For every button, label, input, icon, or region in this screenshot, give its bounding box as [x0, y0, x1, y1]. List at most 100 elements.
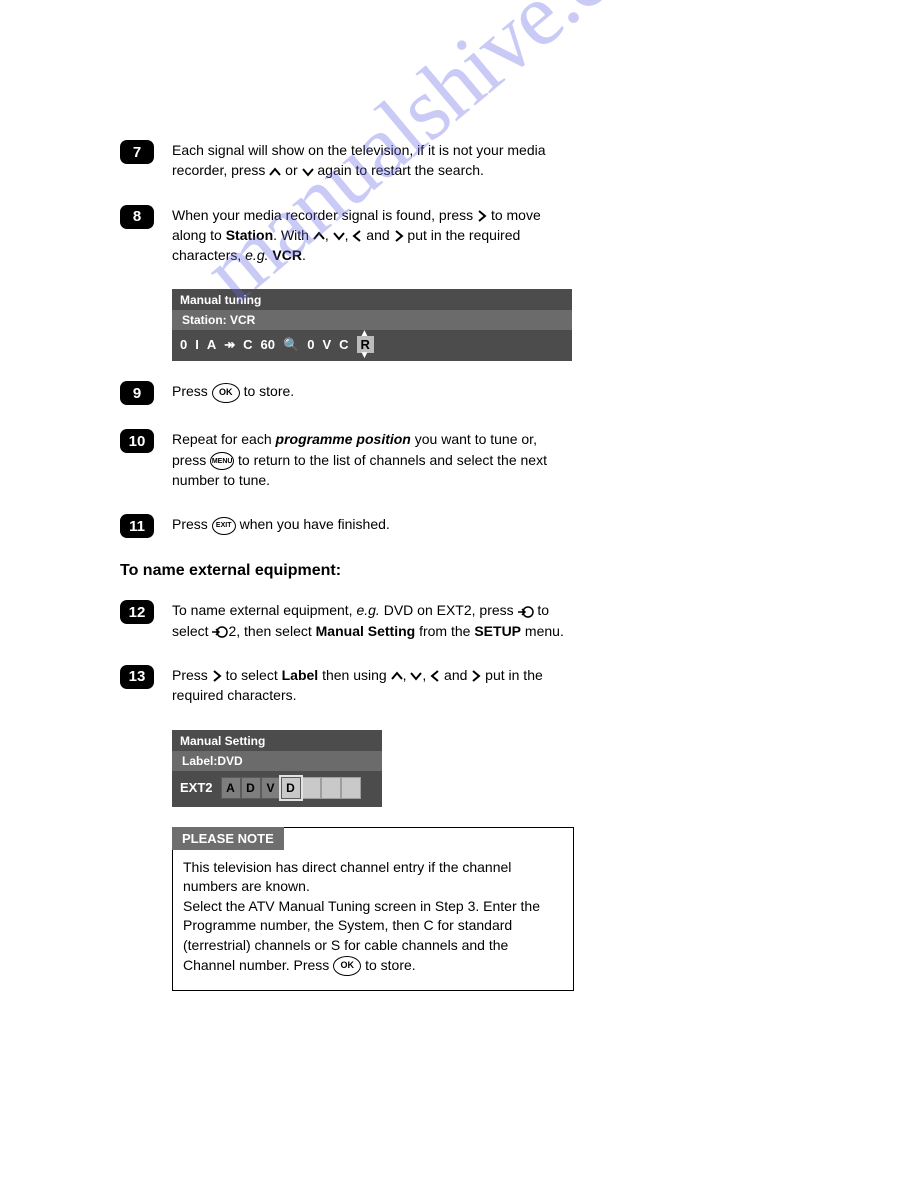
ok-button-icon: OK [212, 383, 240, 403]
cell: V [261, 777, 281, 799]
text: again to restart the search. [317, 162, 484, 178]
text-bold-italic: Step 3 [435, 898, 475, 914]
text: Press [172, 516, 212, 532]
note-body: This television has direct channel entry… [173, 850, 573, 990]
manual-page: manualshive.com 7 Each signal will show … [0, 0, 918, 1071]
right-chevron-icon [394, 230, 404, 242]
text: , [325, 227, 333, 243]
text-bold: Manual Setting [316, 623, 416, 639]
down-chevron-icon [333, 231, 345, 241]
text-bold: Station [226, 227, 273, 243]
text-bold: C [423, 917, 433, 933]
panel-title: Manual Setting [172, 730, 382, 751]
step-text: Press EXIT when you have finished. [172, 514, 572, 534]
text: , then [385, 917, 424, 933]
arrow-icon: ↠ [224, 337, 235, 353]
text: Repeat for each [172, 431, 276, 447]
right-chevron-icon [471, 670, 481, 682]
text-bold-italic: programme position [276, 431, 411, 447]
text: Select the [183, 898, 248, 914]
text: , the [307, 917, 338, 933]
text: and [440, 667, 471, 683]
text: This television has direct channel entry… [183, 859, 511, 895]
step-11: 11 Press EXIT when you have finished. [120, 514, 798, 538]
step-7: 7 Each signal will show on the televisio… [120, 140, 798, 181]
cell: C [243, 337, 252, 352]
cell-selected: ▲ R ▼ [357, 336, 374, 353]
step-number: 8 [120, 205, 154, 229]
text: to select [226, 667, 282, 683]
step-number: 9 [120, 381, 154, 405]
step-text: To name external equipment, e.g. DVD on … [172, 600, 572, 641]
cell: A [207, 337, 216, 352]
text-bold: VCR [272, 247, 302, 263]
cell: 60 [261, 337, 275, 352]
up-chevron-icon [269, 167, 281, 177]
text: Press [172, 667, 212, 683]
step-text: Press OK to store. [172, 381, 572, 402]
cell: C [339, 337, 348, 352]
text-bold: S [331, 937, 340, 953]
text-bold: System [338, 917, 385, 933]
step-10: 10 Repeat for each programme position yo… [120, 429, 798, 490]
cell-empty [321, 777, 341, 799]
text: . Enter the [475, 898, 540, 914]
panel-cells: A D V D [221, 777, 361, 799]
manual-setting-panel: Manual Setting Label:DVD EXT2 A D V D [172, 730, 382, 807]
cell: 0 [180, 337, 187, 352]
text-italic: e.g. [356, 602, 379, 618]
text: to store. [244, 383, 295, 399]
please-note-box: PLEASE NOTE This television has direct c… [172, 827, 574, 991]
text: 2, then select [228, 623, 315, 639]
cell-empty [341, 777, 361, 799]
panel-left-label: EXT2 [180, 780, 213, 795]
text: number. Press [239, 957, 333, 973]
cell: V [322, 337, 331, 352]
panel-title: Manual tuning [172, 289, 572, 310]
down-chevron-icon [302, 167, 314, 177]
step-number: 13 [120, 665, 154, 689]
text: , [403, 667, 411, 683]
text: To name external equipment, [172, 602, 356, 618]
text: when you have finished. [240, 516, 390, 532]
step-number: 12 [120, 600, 154, 624]
exit-button-icon: EXIT [212, 517, 236, 535]
cell-empty [301, 777, 321, 799]
right-chevron-icon [212, 670, 222, 682]
note-heading: PLEASE NOTE [172, 827, 284, 850]
step-8: 8 When your media recorder signal is fou… [120, 205, 798, 266]
cell: I [195, 337, 199, 352]
manual-tuning-panel: Manual tuning Station: VCR 0 I A ↠ C 60 … [172, 289, 572, 361]
input-icon [518, 605, 534, 619]
text: Press [172, 383, 212, 399]
input-icon [212, 625, 228, 639]
step-13: 13 Press to select Label then using , , … [120, 665, 798, 706]
text-bold: Label [282, 667, 319, 683]
down-chevron-icon [410, 671, 422, 681]
step-12: 12 To name external equipment, e.g. DVD … [120, 600, 798, 641]
text: and [362, 227, 393, 243]
left-chevron-icon [352, 230, 362, 242]
panel-row: 0 I A ↠ C 60 🔍 0 V C ▲ R ▼ [172, 330, 572, 361]
search-icon: 🔍 [283, 337, 299, 353]
step-number: 11 [120, 514, 154, 538]
text-bold: Channel [183, 957, 235, 973]
text: DVD on EXT2, press [384, 602, 518, 618]
right-chevron-icon [477, 210, 487, 222]
text: . [302, 247, 306, 263]
panel-row: EXT2 A D V D [172, 771, 382, 807]
text-italic: e.g. [245, 247, 268, 263]
cell: 0 [307, 337, 314, 352]
text-bold: SETUP [474, 623, 521, 639]
text: from the [419, 623, 474, 639]
text: or [285, 162, 301, 178]
panel-subtitle: Label:DVD [172, 751, 382, 771]
up-chevron-icon [313, 231, 325, 241]
step-9: 9 Press OK to store. [120, 381, 798, 405]
text: for cable channels and the [344, 937, 508, 953]
text: menu. [525, 623, 564, 639]
left-chevron-icon [430, 670, 440, 682]
step-text: Press to select Label then using , , and… [172, 665, 572, 706]
text-bold: Programme number [183, 917, 307, 933]
text: to store. [365, 957, 416, 973]
